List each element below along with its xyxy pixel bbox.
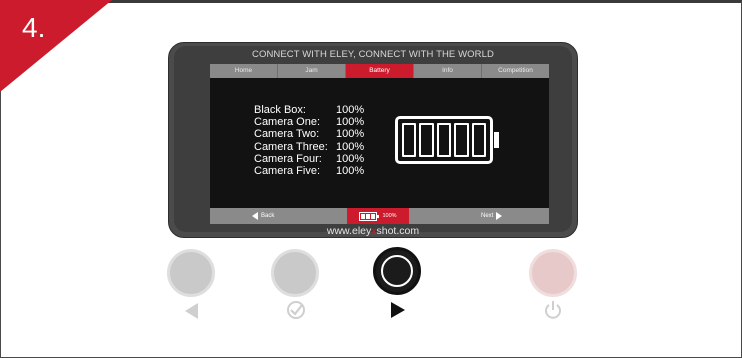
bottom-nav-bar: Back 100% Next	[210, 208, 549, 224]
tab-bar: Home Jam Battery Info Competition	[210, 64, 549, 78]
status-row: Camera Three: 100%	[254, 141, 364, 153]
status-label: Camera Two:	[254, 128, 320, 141]
battery-cell	[436, 123, 452, 157]
tab-battery[interactable]: Battery	[346, 64, 414, 78]
mini-battery-icon	[359, 211, 380, 221]
triangle-left-icon	[185, 303, 198, 319]
battery-terminal	[494, 132, 499, 148]
status-value: 100%	[336, 104, 365, 116]
status-row: Camera One: 100%	[254, 116, 364, 128]
power-button[interactable]	[529, 249, 577, 297]
battery-status-badge: 100%	[347, 208, 409, 224]
tab-home[interactable]: Home	[210, 64, 278, 78]
battery-cell	[419, 123, 434, 157]
status-value: 100%	[336, 152, 365, 165]
step-number: 4.	[22, 12, 46, 43]
screen-back-button[interactable]: Back	[252, 208, 274, 224]
screen-next-button[interactable]: Next	[481, 208, 503, 224]
check-circle-icon	[287, 301, 305, 319]
status-row: Camera Five: 100%	[254, 165, 364, 177]
device-screen: Home Jam Battery Info Competition Black …	[210, 64, 549, 224]
select-button[interactable]	[271, 249, 319, 297]
device-tagline: CONNECT WITH ELEY, CONNECT WITH THE WORL…	[252, 49, 494, 60]
battery-cell	[402, 123, 417, 157]
status-label: Camera Three:	[254, 140, 328, 153]
battery-full-icon	[395, 116, 493, 164]
back-button[interactable]	[167, 249, 215, 297]
next-arrow-icon	[496, 212, 503, 220]
device-display: CONNECT WITH ELEY, CONNECT WITH THE WORL…	[168, 42, 578, 238]
triangle-right-icon	[391, 302, 405, 318]
status-row: Black Box: 100%	[254, 104, 364, 116]
website-url: www.eleyxshot.com	[326, 225, 420, 237]
tab-competition[interactable]: Competition	[482, 64, 549, 78]
back-label: Back	[261, 213, 275, 219]
battery-cell	[471, 123, 487, 157]
status-value: 100%	[336, 140, 365, 153]
status-label: Black Box:	[254, 104, 306, 116]
tab-jam[interactable]: Jam	[278, 64, 346, 78]
battery-cell	[454, 123, 469, 157]
step-badge	[0, 0, 112, 92]
status-label: Camera Five:	[254, 165, 321, 178]
next-button[interactable]	[373, 247, 421, 295]
back-arrow-icon	[252, 212, 258, 220]
power-icon	[545, 301, 561, 319]
device-bezel: CONNECT WITH ELEY, CONNECT WITH THE WORL…	[174, 46, 572, 237]
status-row: Camera Two: 100%	[254, 128, 364, 140]
status-value: 100%	[336, 165, 365, 178]
next-label: Next	[481, 213, 494, 219]
tab-info[interactable]: Info	[414, 64, 482, 78]
status-value: 100%	[336, 128, 365, 141]
status-row: Camera Four: 100%	[254, 153, 364, 165]
battery-percent: 100%	[382, 213, 397, 219]
status-label: Camera One:	[254, 116, 321, 129]
status-label: Camera Four:	[254, 152, 322, 165]
battery-status-list: Black Box: 100% Camera One: 100% Camera …	[254, 104, 364, 177]
button-ring	[381, 255, 413, 287]
status-value: 100%	[336, 116, 365, 129]
